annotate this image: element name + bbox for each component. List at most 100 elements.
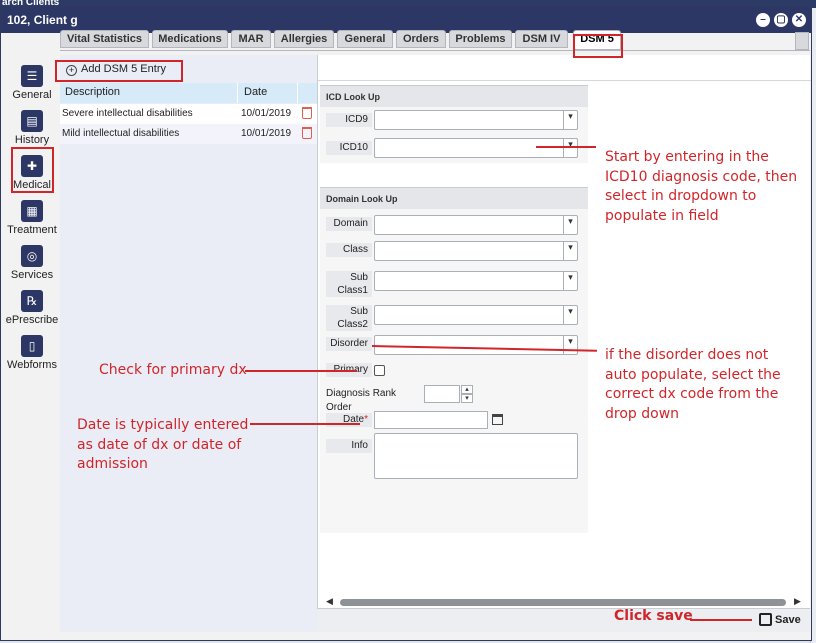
annotation-icd10-line: ICD10 diagnosis code, then — [605, 168, 798, 185]
grid-header: Description Date — [60, 83, 317, 103]
subclass2-select[interactable]: ▾ — [374, 305, 578, 325]
domain-lookup-section: Domain ▾ Class ▾ Sub Class1 ▾ Sub Class2 ▾… — [320, 209, 588, 533]
tab-general[interactable]: General — [337, 30, 393, 48]
sidebar-item-eprescribe[interactable]: ℞ ePrescribe — [4, 288, 60, 332]
tab-allergies[interactable]: Allergies — [274, 30, 334, 48]
tab-vital-statistics[interactable]: Vital Statistics — [60, 30, 149, 48]
chevron-down-icon[interactable]: ▾ — [563, 272, 577, 290]
column-header-date[interactable]: Date — [244, 86, 267, 98]
rank-order-input[interactable] — [424, 385, 460, 403]
annotation-save: Click save — [614, 608, 693, 624]
sidebar-item-label: History — [14, 134, 50, 146]
compass-icon: ◎ — [21, 245, 43, 267]
sidebar-item-webforms[interactable]: ▯ Webforms — [4, 333, 60, 377]
sidebar-item-services[interactable]: ◎ Services — [4, 243, 60, 287]
annotation-disorder-line: auto populate, select the — [605, 366, 781, 383]
info-textarea[interactable] — [374, 433, 578, 479]
annotation-icd10-line: populate in field — [605, 207, 719, 224]
subclass1-label-line2: Class1 — [337, 285, 368, 296]
save-button[interactable]: Save — [759, 613, 801, 629]
annotation-icd10: Start by entering in the ICD10 diagnosis… — [605, 148, 797, 226]
domain-label: Domain — [326, 217, 372, 231]
chevron-down-icon[interactable]: ▾ — [563, 242, 577, 260]
column-separator — [237, 83, 238, 103]
sidebar-item-label: Services — [10, 269, 54, 281]
detail-top-bar — [318, 55, 811, 81]
scroll-left-icon[interactable]: ◀ — [326, 596, 333, 607]
subclass1-label-line1: Sub — [350, 272, 368, 283]
icd-lookup-header: ICD Look Up — [320, 85, 588, 107]
column-header-description[interactable]: Description — [65, 86, 120, 98]
rank-order-label: Diagnosis Rank Order — [326, 388, 397, 413]
sidebar-item-general[interactable]: ☰ General — [4, 63, 60, 107]
document-icon: ▯ — [21, 335, 43, 357]
close-icon[interactable]: ✕ — [792, 13, 806, 27]
chevron-down-icon[interactable]: ▾ — [563, 336, 577, 354]
tab-orders[interactable]: Orders — [396, 30, 446, 48]
annotation-disorder-line: drop down — [605, 405, 680, 422]
domain-select[interactable]: ▾ — [374, 215, 578, 235]
tab-dsm-iv[interactable]: DSM IV — [515, 30, 568, 48]
subclass1-label: Sub Class1 — [326, 271, 372, 297]
subclass2-label: Sub Class2 — [326, 305, 372, 331]
annotation-line-save — [690, 619, 752, 621]
icd9-label: ICD9 — [326, 113, 372, 127]
horizontal-scrollbar[interactable]: ◀ ▶ — [322, 596, 804, 608]
annotation-date-line: as date of dx or date of — [77, 436, 242, 453]
tab-scroll-button[interactable] — [795, 32, 809, 50]
chevron-down-icon[interactable]: ▾ — [563, 306, 577, 324]
chevron-down-icon[interactable]: ▾ — [563, 139, 577, 157]
scroll-right-icon[interactable]: ▶ — [794, 596, 801, 607]
sidebar-item-treatment[interactable]: ▦ Treatment — [4, 198, 60, 242]
required-marker: * — [364, 414, 368, 425]
trash-icon[interactable] — [302, 107, 312, 119]
scrollbar-thumb[interactable] — [340, 599, 786, 606]
chevron-down-icon[interactable]: ▾ — [563, 216, 577, 234]
clipboard-icon: ▤ — [21, 110, 43, 132]
annotation-date-line: admission — [77, 456, 148, 472]
spin-up-icon[interactable]: ▴ — [461, 385, 473, 394]
left-sidebar: ☰ General ▤ History ✚ Medical ▦ Treatmen… — [4, 55, 60, 630]
tab-problems[interactable]: Problems — [449, 30, 512, 48]
spin-down-icon[interactable]: ▾ — [461, 394, 473, 403]
icd9-select[interactable]: ▾ — [374, 110, 578, 130]
rx-icon: ℞ — [21, 290, 43, 312]
primary-checkbox[interactable] — [374, 365, 385, 376]
annotation-icd10-line: Start by entering in the — [605, 149, 769, 165]
table-row[interactable]: Severe intellectual disabilities 10/01/2… — [60, 104, 317, 124]
icd10-select[interactable]: ▾ — [374, 138, 578, 158]
calendar-icon[interactable] — [492, 414, 503, 425]
subclass1-select[interactable]: ▾ — [374, 271, 578, 291]
annotation-line-icd10 — [536, 146, 596, 148]
minimize-icon[interactable]: – — [756, 13, 770, 27]
annotation-primary: Check for primary dx — [99, 362, 247, 378]
annotation-icd10-line: select in dropdown to — [605, 188, 757, 204]
date-input[interactable] — [374, 411, 488, 429]
icd-lookup-section: ICD9 ▾ ICD10 ▾ — [320, 107, 588, 163]
dsm5-detail-pane: ICD Look Up ICD9 ▾ ICD10 ▾ Domain Look U… — [317, 55, 811, 632]
class-label: Class — [326, 243, 372, 257]
annotation-line-primary — [245, 370, 357, 372]
highlight-add-entry — [55, 60, 183, 82]
row-date: 10/01/2019 — [241, 128, 292, 139]
sidebar-item-label: ePrescribe — [5, 314, 59, 326]
row-description: Severe intellectual disabilities — [62, 108, 193, 119]
tab-medications[interactable]: Medications — [152, 30, 228, 48]
maximize-icon[interactable]: ▢ — [774, 13, 788, 27]
subclass2-label-line1: Sub — [350, 306, 368, 317]
trash-icon[interactable] — [302, 127, 312, 139]
annotation-disorder-line: correct dx code from the — [605, 386, 779, 402]
class-select[interactable]: ▾ — [374, 241, 578, 261]
save-disk-icon — [759, 613, 772, 626]
person-list-icon: ☰ — [21, 65, 43, 87]
sidebar-item-label: Treatment — [7, 224, 57, 236]
table-row[interactable]: Mild intellectual disabilities 10/01/201… — [60, 124, 317, 144]
disorder-label: Disorder — [326, 337, 372, 351]
sidebar-item-label: General — [12, 89, 52, 101]
annotation-date-line: Date is typically entered — [77, 417, 249, 433]
tab-mar[interactable]: MAR — [231, 30, 271, 48]
dsm5-list-pane: + Add DSM 5 Entry Description Date Severe… — [60, 55, 317, 632]
chevron-down-icon[interactable]: ▾ — [563, 111, 577, 129]
sidebar-item-history[interactable]: ▤ History — [4, 108, 60, 152]
annotation-disorder-line: if the disorder does not — [605, 347, 769, 363]
